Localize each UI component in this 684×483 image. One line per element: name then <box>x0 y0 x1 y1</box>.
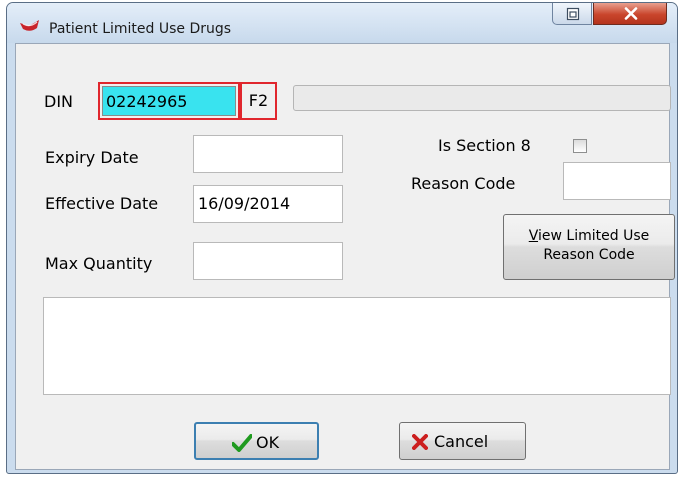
title-bar[interactable]: Patient Limited Use Drugs <box>7 3 677 43</box>
restore-icon <box>566 7 580 21</box>
effective-date-input[interactable]: 16/09/2014 <box>193 185 343 223</box>
close-icon <box>624 7 638 20</box>
din-label: DIN <box>44 92 74 111</box>
view-limited-use-reason-code-button[interactable]: View Limited Use Reason Code <box>503 214 675 280</box>
view-button-line2: Reason Code <box>543 247 635 263</box>
effective-date-label: Effective Date <box>45 194 159 213</box>
window-title: Patient Limited Use Drugs <box>49 21 232 37</box>
reason-code-label: Reason Code <box>411 174 516 193</box>
red-x-icon <box>412 433 428 450</box>
section8-label: Is Section 8 <box>438 136 531 155</box>
section8-checkbox[interactable] <box>573 139 587 153</box>
view-button-line1: View Limited Use <box>528 228 650 244</box>
ok-label: OK <box>256 433 280 452</box>
din-input[interactable]: 02242965 <box>102 86 236 116</box>
drug-description-field <box>293 85 671 111</box>
dialog-body: DIN 02242965 F2 Expiry Date Effective Da… <box>15 43 675 470</box>
reason-code-input[interactable] <box>563 162 671 200</box>
restore-button[interactable] <box>552 3 592 25</box>
din-focus-outline: 02242965 <box>98 82 240 120</box>
expiry-date-label: Expiry Date <box>45 148 139 167</box>
pill-icon <box>20 20 39 31</box>
cancel-label: Cancel <box>434 432 489 451</box>
max-quantity-label: Max Quantity <box>45 254 153 273</box>
close-button[interactable] <box>593 3 667 25</box>
max-quantity-input[interactable] <box>193 242 343 280</box>
green-check-icon <box>232 433 252 452</box>
ok-button[interactable]: OK <box>194 422 319 460</box>
expiry-date-input[interactable] <box>193 135 343 173</box>
cancel-button[interactable]: Cancel <box>399 422 526 460</box>
f2-lookup-hint[interactable]: F2 <box>240 82 277 120</box>
dialog-window: Patient Limited Use Drugs DIN 02242965 F… <box>6 2 678 474</box>
notes-textarea[interactable] <box>43 297 671 395</box>
